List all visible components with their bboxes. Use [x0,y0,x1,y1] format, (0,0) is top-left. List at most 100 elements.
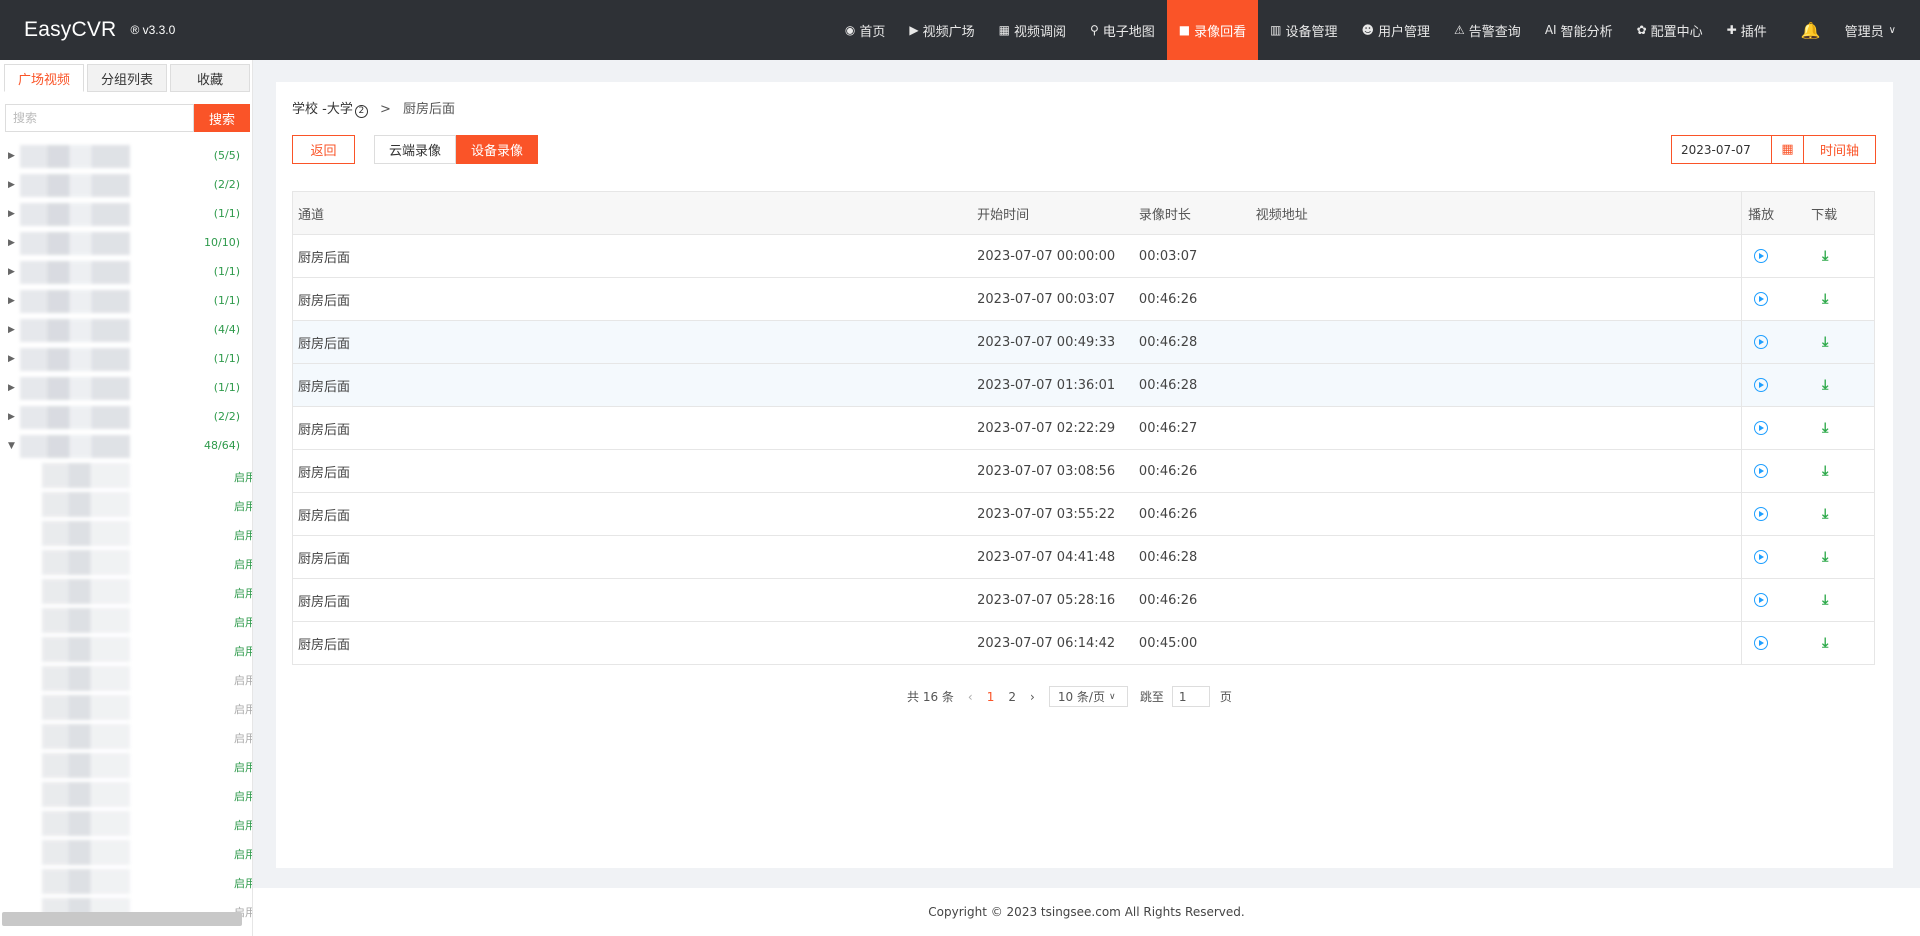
tree-node[interactable]: ▶ (2/2) [0,403,252,432]
nav-item-3[interactable]: ⚲ 电子地图 [1078,0,1167,60]
play-icon[interactable] [1754,636,1769,650]
tree-child-node[interactable]: 启用 [0,838,252,867]
table-row[interactable]: 厨房后面 2023-07-07 00:00:00 00:03:07 ⤓ [293,234,1874,277]
play-icon[interactable] [1754,550,1769,564]
jump-input[interactable]: 1 [1171,686,1210,707]
play-icon[interactable] [1754,378,1769,392]
page-size-select[interactable]: 10 条/页 ∨ [1048,686,1128,707]
cloud-record-button[interactable]: 云端录像 [374,135,457,164]
table-row[interactable]: 厨房后面 2023-07-07 00:49:33 00:46:28 ⤓ [293,320,1874,363]
sidebar-scrollbar[interactable] [2,912,242,926]
nav-item-5[interactable]: ▥ 设备管理 [1258,0,1349,60]
tree-child-node[interactable]: 启用 [0,461,252,490]
caret-right-icon[interactable]: ▶ [8,412,15,422]
search-button[interactable]: 搜索 [194,104,250,132]
user-menu[interactable]: 管理员 ∨ [1837,0,1908,60]
tree-node[interactable]: ▼ 48/64) [0,432,252,461]
back-button[interactable]: 返回 [292,135,355,164]
tree-child-node[interactable]: 启用 [0,548,252,577]
tree-node[interactable]: ▶ (5/5) [0,142,252,171]
download-icon[interactable]: ⤓ [1822,420,1828,436]
nav-item-10[interactable]: ✚ 插件 [1715,0,1779,60]
nav-item-2[interactable]: ▦ 视频调阅 [987,0,1078,60]
caret-right-icon[interactable]: ▶ [8,238,15,248]
tree-child-node[interactable]: 启用 [0,519,252,548]
play-icon[interactable] [1754,335,1769,349]
search-input[interactable] [5,104,194,132]
caret-down-icon[interactable]: ▼ [8,441,15,451]
nav-item-9[interactable]: ✿ 配置中心 [1625,0,1715,60]
table-row[interactable]: 厨房后面 2023-07-07 00:03:07 00:46:26 ⤓ [293,277,1874,320]
tree-child-node[interactable]: 启用 [0,693,252,722]
table-row[interactable]: 厨房后面 2023-07-07 02:22:29 00:46:27 ⤓ [293,406,1874,449]
sidebar-tab-1[interactable]: 分组列表 [87,64,167,92]
caret-right-icon[interactable]: ▶ [8,180,15,190]
tree-node[interactable]: ▶ (2/2) [0,171,252,200]
download-icon[interactable]: ⤓ [1822,549,1828,565]
nav-item-1[interactable]: ▶ 视频广场 [897,0,986,60]
tree-node[interactable]: ▶ (1/1) [0,345,252,374]
prev-page-button[interactable]: ‹ [968,690,973,704]
tree-child-node[interactable]: 启用 [0,664,252,693]
table-row[interactable]: 厨房后面 2023-07-07 03:55:22 00:46:26 ⤓ [293,492,1874,535]
tree-child-node[interactable]: 启用 [0,490,252,519]
download-icon[interactable]: ⤓ [1822,592,1828,608]
bell-icon[interactable]: 🔔 [1779,0,1837,60]
tree-child-node[interactable]: 启用 [0,780,252,809]
tree-child-node[interactable]: 启用 [0,577,252,606]
download-icon[interactable]: ⤓ [1822,635,1828,651]
download-icon[interactable]: ⤓ [1822,506,1828,522]
table-row[interactable]: 厨房后面 2023-07-07 01:36:01 00:46:28 ⤓ [293,363,1874,406]
tree-child-node[interactable]: 启用 [0,809,252,838]
date-input[interactable]: 2023-07-07 [1671,135,1771,164]
caret-right-icon[interactable]: ▶ [8,325,15,335]
nav-item-6[interactable]: ☻ 用户管理 [1350,0,1443,60]
nav-item-4[interactable]: ■ 录像回看 [1166,0,1259,60]
nav-item-7[interactable]: ⚠ 告警查询 [1442,0,1533,60]
tree-node[interactable]: ▶ (1/1) [0,374,252,403]
tree-node[interactable]: ▶ (4/4) [0,316,252,345]
caret-right-icon[interactable]: ▶ [8,151,15,161]
download-icon[interactable]: ⤓ [1822,334,1828,350]
calendar-icon[interactable]: ▦ [1771,135,1804,164]
breadcrumb-parent[interactable]: 学校 -大学 [292,102,353,117]
device-record-button[interactable]: 设备录像 [456,135,539,164]
caret-right-icon[interactable]: ▶ [8,209,15,219]
tree-child-node[interactable]: 启用 [0,606,252,635]
table-row[interactable]: 厨房后面 2023-07-07 03:08:56 00:46:26 ⤓ [293,449,1874,492]
tree-node[interactable]: ▶ (1/1) [0,258,252,287]
tree-node[interactable]: ▶ 10/10) [0,229,252,258]
sidebar-tab-2[interactable]: 收藏 [170,64,250,92]
table-row[interactable]: 厨房后面 2023-07-07 04:41:48 00:46:28 ⤓ [293,535,1874,578]
caret-right-icon[interactable]: ▶ [8,383,15,393]
play-icon[interactable] [1754,249,1769,263]
timeline-button[interactable]: 时间轴 [1804,135,1876,164]
nav-item-0[interactable]: ◉ 首页 [833,0,898,60]
tree-node[interactable]: ▶ (1/1) [0,287,252,316]
tree-child-node[interactable]: 启用 [0,867,252,896]
table-row[interactable]: 厨房后面 2023-07-07 05:28:16 00:46:26 ⤓ [293,578,1874,621]
download-icon[interactable]: ⤓ [1822,463,1828,479]
play-icon[interactable] [1754,421,1769,435]
download-icon[interactable]: ⤓ [1822,377,1828,393]
next-page-button[interactable]: › [1030,690,1035,704]
sidebar-tab-0[interactable]: 广场视频 [4,64,84,92]
brand[interactable]: EasyCVR ® v3.3.0 [24,0,175,60]
page-2[interactable]: 2 [1008,690,1016,704]
nav-item-8[interactable]: AI 智能分析 [1533,0,1625,60]
tree-child-node[interactable]: 启用 [0,635,252,664]
tree-child-node[interactable]: 启用 [0,722,252,751]
caret-right-icon[interactable]: ▶ [8,296,15,306]
play-icon[interactable] [1754,507,1769,521]
play-icon[interactable] [1754,464,1769,478]
play-icon[interactable] [1754,292,1769,306]
download-icon[interactable]: ⤓ [1822,248,1828,264]
tree-node[interactable]: ▶ (1/1) [0,200,252,229]
download-icon[interactable]: ⤓ [1822,291,1828,307]
caret-right-icon[interactable]: ▶ [8,354,15,364]
page-1[interactable]: 1 [987,690,995,704]
table-row[interactable]: 厨房后面 2023-07-07 06:14:42 00:45:00 ⤓ [293,621,1874,664]
caret-right-icon[interactable]: ▶ [8,267,15,277]
tree-child-node[interactable]: 启用 [0,751,252,780]
play-icon[interactable] [1754,593,1769,607]
